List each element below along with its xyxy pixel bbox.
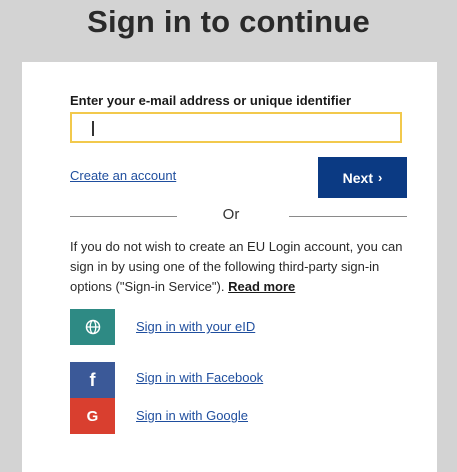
- or-separator: Or: [222, 206, 240, 223]
- globe-icon[interactable]: [70, 309, 115, 345]
- google-signin-link[interactable]: Sign in with Google: [136, 408, 248, 423]
- email-field-label: Enter your e-mail address or unique iden…: [70, 93, 352, 108]
- eid-signin-link[interactable]: Sign in with your eID: [136, 319, 255, 334]
- text-cursor: [92, 121, 94, 136]
- next-button-label: Next: [342, 169, 373, 186]
- divider-right: [289, 216, 407, 217]
- next-button[interactable]: Next ›: [318, 157, 407, 198]
- third-party-info: If you do not wish to create an EU Login…: [70, 237, 410, 297]
- facebook-signin-link[interactable]: Sign in with Facebook: [136, 370, 263, 385]
- page-title: Sign in to continue: [87, 4, 370, 39]
- login-card: Enter your e-mail address or unique iden…: [22, 62, 437, 472]
- google-icon[interactable]: G: [70, 398, 115, 434]
- globe-glyph: [85, 319, 100, 335]
- chevron-right-icon: ›: [378, 170, 383, 185]
- divider-left: [70, 216, 177, 217]
- create-account-link[interactable]: Create an account: [70, 168, 176, 183]
- email-field[interactable]: [70, 112, 402, 143]
- facebook-icon[interactable]: f: [70, 362, 115, 398]
- read-more-link[interactable]: Read more: [228, 279, 295, 294]
